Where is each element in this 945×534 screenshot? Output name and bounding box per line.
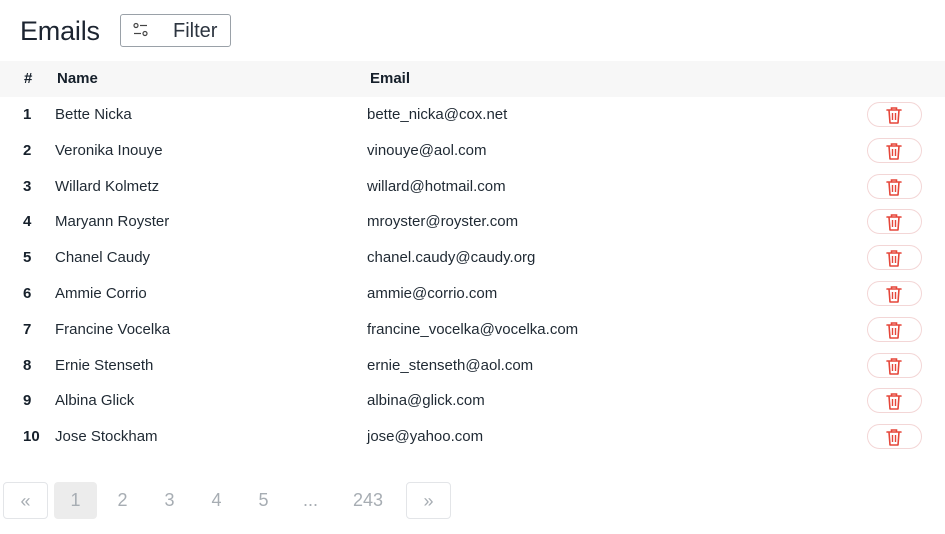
row-email: vinouye@aol.com bbox=[367, 141, 487, 159]
row-email: ernie_stenseth@aol.com bbox=[367, 356, 534, 374]
pagination-prev-button[interactable]: « bbox=[3, 482, 48, 519]
sliders-icon bbox=[133, 22, 149, 38]
delete-button[interactable] bbox=[867, 209, 922, 235]
pagination-next-button[interactable]: » bbox=[406, 482, 451, 519]
row-email: mroyster@royster.com bbox=[367, 213, 519, 231]
row-name: Veronika Inouye bbox=[55, 141, 163, 159]
delete-button[interactable] bbox=[867, 173, 922, 199]
row-number: 9 bbox=[23, 392, 32, 410]
table-header: # Name Email bbox=[0, 61, 945, 97]
row-number: 5 bbox=[23, 249, 32, 267]
delete-button[interactable] bbox=[867, 280, 922, 306]
row-name: Ammie Corrio bbox=[55, 284, 147, 302]
column-header-name: Name bbox=[57, 70, 98, 87]
delete-button[interactable] bbox=[867, 245, 922, 271]
page-header: Emails Filter bbox=[0, 0, 945, 62]
table-row: 8 Ernie Stenseth ernie_stenseth@aol.com bbox=[0, 348, 945, 384]
row-name: Willard Kolmetz bbox=[55, 177, 160, 195]
row-number: 4 bbox=[23, 213, 32, 231]
page-title: Emails bbox=[20, 16, 100, 46]
pagination-page-4[interactable]: 4 bbox=[195, 482, 238, 519]
row-name: Bette Nicka bbox=[55, 106, 132, 123]
row-email: ammie@corrio.com bbox=[367, 284, 498, 302]
pagination-page-1[interactable]: 1 bbox=[54, 482, 97, 519]
row-name: Francine Vocelka bbox=[55, 320, 171, 338]
pagination-page-243[interactable]: 243 bbox=[336, 482, 400, 519]
table-row: 10 Jose Stockham jose@yahoo.com bbox=[0, 419, 945, 455]
row-name: Albina Glick bbox=[55, 392, 135, 410]
pagination: «1 2 3 4 5... 243» bbox=[3, 482, 463, 519]
row-email: bette_nicka@cox.net bbox=[367, 106, 508, 123]
filter-label: Filter bbox=[173, 20, 218, 42]
row-number: 10 bbox=[23, 428, 40, 446]
row-email: jose@yahoo.com bbox=[367, 428, 484, 446]
column-header-number: # bbox=[24, 70, 33, 87]
row-email: willard@hotmail.com bbox=[367, 177, 506, 195]
row-email: francine_vocelka@vocelka.com bbox=[367, 320, 579, 338]
delete-button[interactable] bbox=[867, 137, 922, 163]
table-row: 4 Maryann Royster mroyster@royster.com bbox=[0, 204, 945, 240]
row-email: chanel.caudy@caudy.org bbox=[367, 249, 536, 267]
table-row: 6 Ammie Corrio ammie@corrio.com bbox=[0, 276, 945, 312]
table-row: 3 Willard Kolmetz willard@hotmail.com bbox=[0, 169, 945, 205]
table-row: 2 Veronika Inouye vinouye@aol.com bbox=[0, 133, 945, 169]
delete-button[interactable] bbox=[867, 352, 922, 378]
row-number: 2 bbox=[23, 141, 32, 159]
column-header-email: Email bbox=[370, 70, 411, 87]
delete-button[interactable] bbox=[867, 424, 922, 450]
delete-button[interactable] bbox=[867, 316, 922, 342]
delete-button[interactable] bbox=[867, 102, 922, 127]
row-number: 6 bbox=[23, 284, 32, 302]
pagination-page-2[interactable]: 2 bbox=[101, 482, 144, 519]
filter-button[interactable]: Filter bbox=[120, 14, 231, 47]
pagination-page-5[interactable]: 5 bbox=[242, 482, 285, 519]
row-name: Jose Stockham bbox=[55, 428, 158, 446]
row-number: 7 bbox=[23, 320, 32, 338]
row-email: albina@glick.com bbox=[367, 392, 485, 410]
delete-button[interactable] bbox=[867, 388, 922, 414]
table-row: 1 Bette Nicka bette_nicka@cox.net bbox=[0, 97, 945, 133]
table-body: 1 Bette Nicka bette_nicka@cox.net 2 Veronika… bbox=[0, 97, 945, 455]
row-number: 3 bbox=[23, 177, 32, 195]
table-row: 9 Albina Glick albina@glick.com bbox=[0, 383, 945, 419]
row-number: 1 bbox=[23, 106, 32, 123]
pagination-page-3[interactable]: 3 bbox=[148, 482, 191, 519]
table-row: 7 Francine Vocelka francine_vocelka@vocelk… bbox=[0, 312, 945, 348]
row-name: Maryann Royster bbox=[55, 213, 170, 231]
table-row: 5 Chanel Caudy chanel.caudy@caudy.org bbox=[0, 240, 945, 276]
row-number: 8 bbox=[23, 356, 32, 374]
row-name: Ernie Stenseth bbox=[55, 356, 154, 374]
pagination-ellipsis: ... bbox=[302, 490, 318, 510]
row-name: Chanel Caudy bbox=[55, 249, 151, 267]
